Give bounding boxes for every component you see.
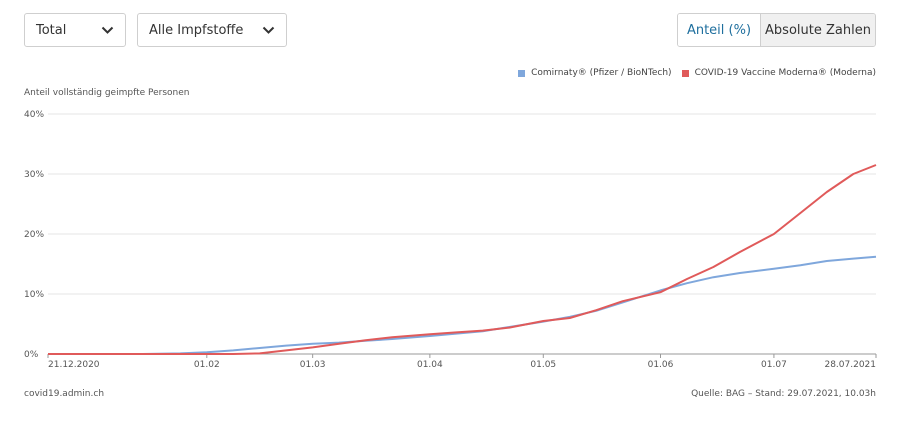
y-tick-labels: 0% 10% 20% 30% 40% bbox=[24, 110, 44, 360]
chart-series bbox=[48, 164, 877, 355]
y-tick-label: 0% bbox=[24, 350, 39, 360]
x-tick-label: 21.12.2020 bbox=[48, 360, 100, 370]
y-tick-label: 10% bbox=[24, 290, 44, 300]
x-tick-label: 01.02 bbox=[194, 360, 220, 370]
chart-grid bbox=[48, 113, 876, 355]
x-tick-label: 01.06 bbox=[648, 360, 674, 370]
y-tick-label: 40% bbox=[24, 110, 44, 120]
x-tick-label: 01.03 bbox=[300, 360, 326, 370]
footer-source-note: Quelle: BAG – Stand: 29.07.2021, 10.03h bbox=[691, 389, 876, 399]
x-tick-label: 28.07.2021 bbox=[824, 360, 876, 370]
x-tick-label: 01.04 bbox=[417, 360, 443, 370]
x-axis: 21.12.2020 01.02 01.03 01.04 01.05 01.06 01.07… bbox=[47, 354, 877, 370]
y-tick-label: 30% bbox=[24, 170, 44, 180]
footer-source-site: covid19.admin.ch bbox=[24, 389, 105, 399]
series-line-pfizer bbox=[48, 255, 877, 355]
series-line-moderna bbox=[48, 164, 877, 355]
y-tick-label: 20% bbox=[24, 230, 44, 240]
x-tick-label: 01.05 bbox=[530, 360, 556, 370]
line-chart: 0% 10% 20% 30% 40% 21.12.2020 01.02 01.03 01.04… bbox=[24, 110, 877, 370]
x-tick-label: 01.07 bbox=[761, 360, 787, 370]
